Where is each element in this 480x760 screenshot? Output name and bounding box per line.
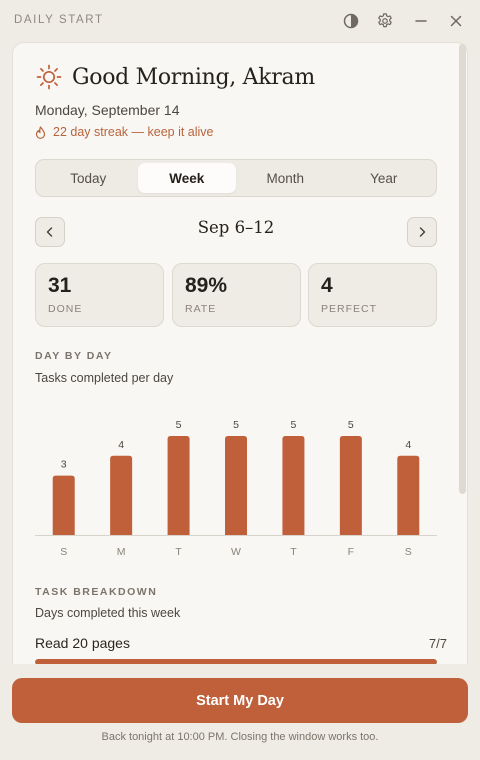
close-icon	[450, 15, 462, 27]
tab-week[interactable]: Week	[137, 163, 236, 193]
x-tick-label: S	[405, 546, 412, 558]
stat-value: 31	[48, 274, 72, 297]
chart-bar	[282, 436, 305, 535]
x-tick-label: T	[290, 546, 297, 558]
chart-bar	[339, 436, 362, 535]
gear-icon	[378, 13, 392, 28]
settings-button[interactable]	[374, 10, 396, 32]
day-by-day-title: DAY BY DAY	[35, 350, 113, 362]
theme-toggle-button[interactable]	[340, 10, 362, 32]
next-week-button[interactable]	[407, 217, 437, 247]
day-by-day-subtitle: Tasks completed per day	[35, 371, 174, 385]
stat-value: 89%	[185, 274, 228, 297]
stat-card-done: 31 DONE	[35, 263, 164, 327]
task-count: 7/7	[428, 636, 447, 651]
x-tick-label: W	[231, 546, 241, 558]
task-breakdown-subtitle: Days completed this week	[35, 606, 181, 620]
bar-value-label: 5	[233, 419, 239, 431]
chevron-left-icon	[46, 227, 53, 237]
stat-label: DONE	[48, 303, 83, 315]
minimize-button[interactable]	[410, 10, 432, 32]
stat-label: PERFECT	[321, 303, 378, 315]
greeting-row: Good Morning, Akram	[35, 63, 315, 91]
title-bar: DAILY START	[0, 0, 480, 42]
chart-bar	[167, 436, 190, 535]
chart-bar	[225, 436, 247, 535]
task-progress-track	[35, 659, 437, 664]
app-title: DAILY START	[14, 14, 104, 26]
task-breakdown-title: TASK BREAKDOWN	[35, 586, 158, 598]
bar-value-label: 5	[348, 419, 354, 431]
chart-bar	[397, 455, 420, 535]
sun-icon	[36, 64, 62, 90]
period-tabs: Today Week Month Year	[35, 159, 437, 197]
tab-month[interactable]: Month	[236, 163, 335, 193]
streak-text: 22 day streak — keep it alive	[53, 125, 214, 139]
close-button[interactable]	[445, 10, 467, 32]
chevron-right-icon	[419, 227, 426, 237]
stat-card-perfect: 4 PERFECT	[308, 263, 437, 327]
x-tick-label: T	[175, 546, 182, 558]
scrollbar-thumb[interactable]	[459, 44, 466, 494]
bar-value-label: 5	[176, 419, 182, 431]
flame-icon	[35, 125, 46, 139]
tab-year[interactable]: Year	[335, 163, 434, 193]
minimize-icon	[415, 20, 427, 22]
x-tick-label: M	[117, 546, 126, 558]
bar-value-label: 5	[291, 419, 297, 431]
dashboard-card: Good Morning, Akram Monday, September 14…	[12, 42, 468, 664]
x-tick-label: F	[348, 546, 354, 558]
greeting-heading: Good Morning, Akram	[72, 64, 315, 90]
start-my-day-button[interactable]: Start My Day	[12, 678, 468, 723]
streak-indicator: 22 day streak — keep it alive	[35, 125, 214, 139]
footnote-text: Back tonight at 10:00 PM. Closing the wi…	[101, 731, 379, 743]
stat-value: 4	[321, 274, 333, 297]
bar-value-label: 4	[405, 439, 411, 451]
task-name: Read 20 pages	[35, 635, 130, 651]
bar-chart-svg: 3 S 4 M 5 T 5 W 5 T 5 F 4 S	[35, 419, 437, 558]
x-tick-label: S	[60, 546, 67, 558]
previous-week-button[interactable]	[35, 217, 65, 247]
chart-bar	[110, 455, 133, 535]
bar-value-label: 4	[118, 439, 124, 451]
tasks-per-day-chart: 3 S 4 M 5 T 5 W 5 T 5 F 4 S	[35, 403, 437, 573]
stat-label: RATE	[185, 303, 217, 315]
task-progress-fill	[35, 659, 437, 664]
current-date: Monday, September 14	[35, 102, 180, 118]
tab-today[interactable]: Today	[39, 163, 138, 193]
bar-value-label: 3	[61, 459, 67, 471]
stat-card-rate: 89% RATE	[172, 263, 301, 327]
chart-bar	[52, 475, 75, 535]
contrast-icon	[343, 13, 359, 29]
date-range: Sep 6–12	[197, 218, 275, 237]
